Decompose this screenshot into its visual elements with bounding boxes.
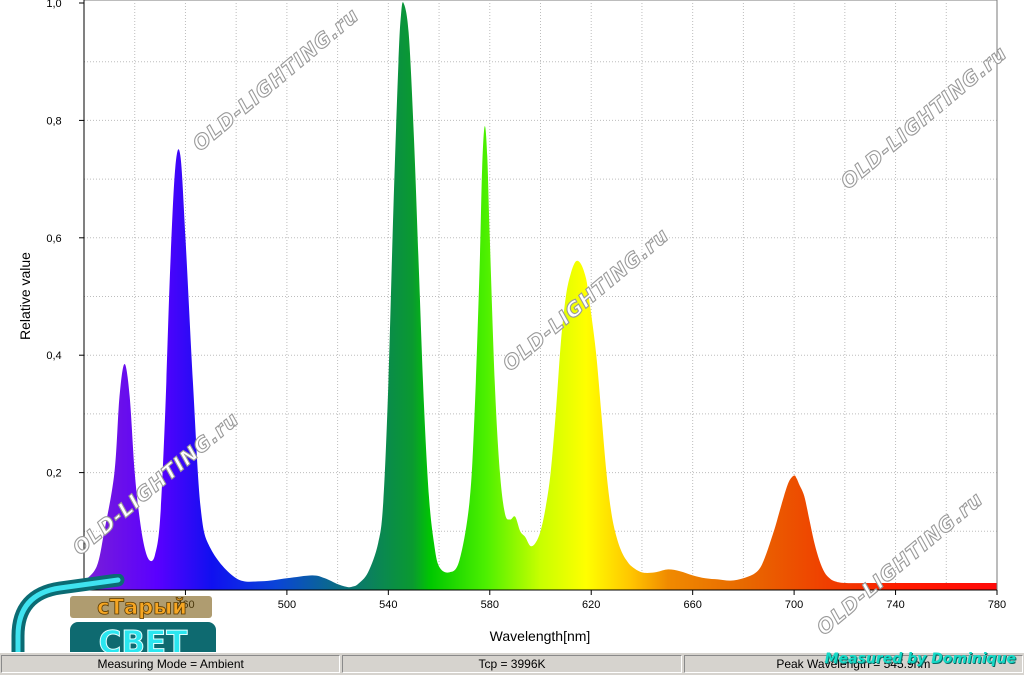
watermark: OLD-LIGHTING.ru <box>812 487 988 640</box>
y-tick-label: 0,2 <box>46 468 61 480</box>
watermark: OLD-LIGHTING.ru <box>836 41 1012 194</box>
x-tick-label: 620 <box>582 599 600 611</box>
y-tick-label: 0,6 <box>46 233 61 245</box>
y-axis-title: Relative value <box>17 252 33 340</box>
x-tick-label: 540 <box>379 599 397 611</box>
x-tick-label: 780 <box>988 599 1006 611</box>
x-tick-label: 580 <box>481 599 499 611</box>
y-tick-label: 0,4 <box>46 350 61 362</box>
y-axis-ticks: 00,20,40,60,81,0 <box>46 0 84 597</box>
status-measuring-mode: Measuring Mode = Ambient <box>1 655 341 673</box>
y-tick-label: 1,0 <box>46 0 61 10</box>
x-tick-label: 700 <box>785 599 803 611</box>
watermark: OLD-LIGHTING.ru <box>68 407 244 560</box>
logo-text-top: сТарый <box>97 595 187 619</box>
spectrum-chart-svg: 460500540580620660700740780 00,20,40,60,… <box>17 0 1012 644</box>
credit-text: Measured by Dominique <box>824 651 1016 667</box>
x-tick-label: 500 <box>278 599 296 611</box>
spectrum-chart: 460500540580620660700740780 00,20,40,60,… <box>0 0 1024 650</box>
x-tick-label: 740 <box>886 599 904 611</box>
status-tcp: Tcp = 3996K <box>342 655 682 673</box>
grid <box>84 3 997 590</box>
y-tick-label: 0,8 <box>46 115 61 127</box>
x-tick-label: 660 <box>683 599 701 611</box>
x-axis-title: Wavelength[nm] <box>490 628 591 644</box>
